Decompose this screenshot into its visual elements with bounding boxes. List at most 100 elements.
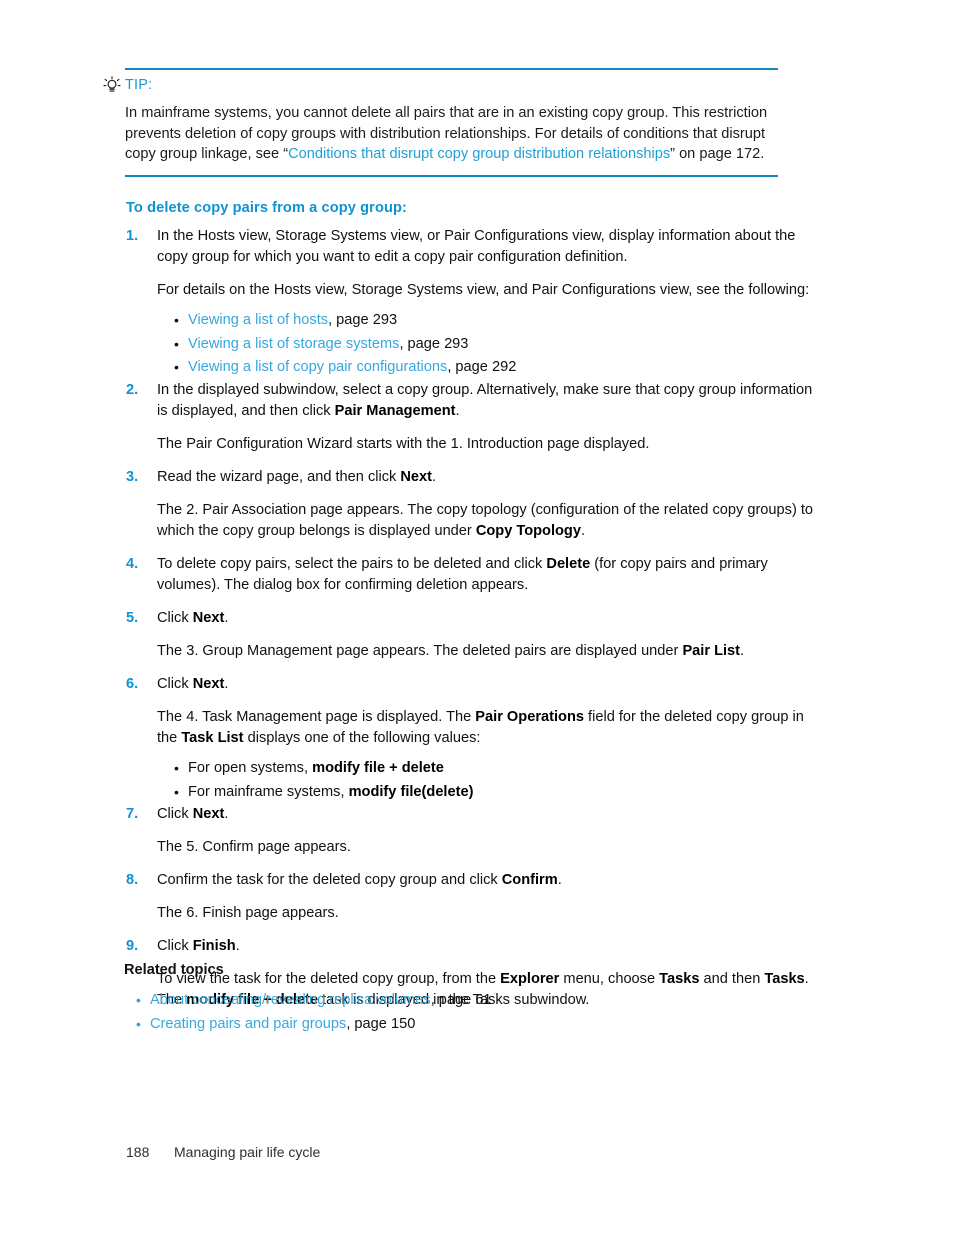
ui-label-bold: Pair List — [682, 642, 741, 659]
footer-chapter-title: Managing pair life cycle — [174, 1144, 321, 1160]
tip-callout: TIP: In mainframe systems, you cannot de… — [103, 68, 778, 177]
step-text: Confirm the task for the deleted copy gr… — [157, 870, 826, 891]
procedure-step: 8. Confirm the task for the deleted copy… — [126, 870, 826, 891]
crossref-page: , page 293 — [399, 335, 469, 352]
procedure-step: 1. In the Hosts view, Storage Systems vi… — [126, 226, 826, 268]
list-item: • About concealing/revealing replica volu… — [136, 988, 824, 1012]
step-text-part: . — [224, 609, 229, 626]
step-text-part: . — [432, 468, 437, 485]
step-number: 5. — [126, 609, 139, 626]
step-note-part: . — [740, 642, 745, 659]
step-number: 3. — [126, 468, 139, 485]
related-topics-section: Related topics • About concealing/reveali… — [124, 962, 824, 1036]
crossref-page: , page 292 — [447, 359, 517, 375]
step-text-part: . — [455, 402, 460, 419]
step-note-part: The 3. Group Management page appears. Th… — [157, 642, 683, 659]
crossref-link[interactable]: Viewing a list of copy pair configuratio… — [188, 359, 447, 375]
procedure-step: 4. To delete copy pairs, select the pair… — [126, 554, 826, 596]
step-note: The 2. Pair Association page appears. Th… — [126, 500, 826, 542]
list-item: • Viewing a list of storage systems, page… — [174, 333, 826, 357]
step-note-part: The 4. Task Management page is displayed… — [157, 708, 476, 725]
crossref-link[interactable]: Creating pairs and pair groups — [150, 1016, 346, 1032]
step-number: 7. — [126, 805, 139, 822]
tip-body: In mainframe systems, you cannot delete … — [125, 101, 775, 173]
tip-bottom-rule — [125, 174, 778, 177]
ui-label-bold: Finish — [192, 937, 236, 954]
step-note-part: . — [580, 522, 586, 539]
step-number: 9. — [126, 937, 139, 954]
bullet-icon: • — [136, 992, 141, 1008]
value-bold: modify file + delete — [312, 759, 444, 776]
list-item: • Creating pairs and pair groups, page 15… — [136, 1012, 824, 1036]
step-text: Click Next. — [157, 608, 826, 629]
step-text: In the Hosts view, Storage Systems view,… — [157, 228, 796, 265]
procedure-step-list: 1. In the Hosts view, Storage Systems vi… — [126, 226, 826, 1011]
step-text-part: . — [557, 871, 562, 888]
step-text-part: Click — [157, 675, 193, 692]
value-prefix: For mainframe systems, — [188, 783, 349, 800]
step-text-part: Click — [157, 609, 193, 626]
step-note: The 3. Group Management page appears. Th… — [126, 641, 826, 662]
crossref-page: , page 293 — [328, 312, 398, 328]
ui-label-bold: Next — [192, 609, 225, 626]
step-note: For details on the Hosts view, Storage S… — [157, 282, 810, 298]
step-text-part: Confirm the task for the deleted copy gr… — [157, 871, 502, 888]
crossref-link[interactable]: About concealing/revealing replica volum… — [150, 992, 431, 1008]
step-note: The Pair Configuration Wizard starts wit… — [157, 435, 650, 452]
step-text-part: . — [235, 937, 240, 954]
list-item: • Viewing a list of hosts, page 293 — [174, 309, 826, 333]
page-footer: 188 Managing pair life cycle — [126, 1144, 320, 1160]
page-title: To delete copy pairs from a copy group: — [126, 200, 407, 216]
document-page: TIP: In mainframe systems, you cannot de… — [0, 0, 954, 1235]
crossref-page: , page 61 — [430, 992, 492, 1008]
step-text: In the displayed subwindow, select a cop… — [157, 380, 826, 422]
step-text-part: Click — [157, 805, 193, 822]
step-text-part: Click — [157, 937, 193, 954]
ui-label-bold: Next — [192, 805, 225, 822]
procedure-step: 9. Click Finish. — [126, 936, 826, 957]
ui-label-bold: Pair Management — [334, 402, 456, 419]
ui-label-bold: Delete — [546, 555, 591, 572]
ui-label-bold: Confirm — [501, 871, 558, 888]
related-topics-list: • About concealing/revealing replica volu… — [124, 988, 824, 1036]
bullet-icon: • — [174, 312, 179, 328]
step-number: 8. — [126, 871, 139, 888]
bullet-icon: • — [174, 335, 179, 352]
ui-label-bold: Pair Operations — [475, 708, 584, 725]
ui-label-bold: Next — [192, 675, 225, 692]
step-note: The 4. Task Management page is displayed… — [126, 707, 826, 749]
step-text-part: . — [224, 805, 229, 822]
lightbulb-icon — [103, 76, 121, 96]
step-note: The 5. Confirm page appears. — [157, 838, 351, 855]
step-text-part: To delete copy pairs, select the pairs t… — [157, 555, 547, 572]
tip-body-crossref-link[interactable]: Conditions that disrupt copy group distr… — [288, 146, 670, 162]
ui-label-bold: Next — [400, 468, 433, 485]
tip-header: TIP: — [103, 70, 778, 101]
step-text: Read the wizard page, and then click Nex… — [157, 467, 826, 488]
procedure-step: 7. Click Next. — [126, 804, 826, 825]
step-text-part: . — [224, 675, 229, 692]
step1-reference-list: • Viewing a list of hosts, page 293 • View… — [126, 309, 826, 380]
list-item: • Viewing a list of copy pair configurati… — [174, 356, 826, 380]
step-number: 6. — [126, 675, 139, 692]
crossref-page: , page 150 — [346, 1016, 416, 1032]
tip-label: TIP: — [125, 77, 153, 93]
step-number: 2. — [126, 381, 139, 398]
step-note: The 6. Finish page appears. — [157, 904, 339, 921]
footer-page-number: 188 — [126, 1144, 150, 1160]
bullet-icon: • — [174, 359, 179, 375]
list-item: • For mainframe systems, modify file(dele… — [174, 780, 826, 804]
step-number: 4. — [126, 555, 139, 572]
pair-operations-value-list: • For open systems, modify file + delete … — [126, 756, 826, 804]
step-text-part: In the displayed subwindow, select a cop… — [157, 381, 813, 419]
step-number: 1. — [126, 228, 139, 244]
procedure-step: 6. Click Next. — [126, 674, 826, 695]
crossref-link[interactable]: Viewing a list of hosts — [188, 312, 328, 328]
tip-body-text-2: ” on page 172. — [670, 146, 765, 163]
procedure-step: 3. Read the wizard page, and then click … — [126, 467, 826, 488]
crossref-link[interactable]: Viewing a list of storage systems — [188, 336, 399, 352]
bullet-icon: • — [174, 783, 179, 800]
procedure-step: 5. Click Next. — [126, 608, 826, 629]
step-note-part: displays one of the following values: — [243, 729, 481, 746]
step-text-part: Read the wizard page, and then click — [157, 468, 401, 485]
